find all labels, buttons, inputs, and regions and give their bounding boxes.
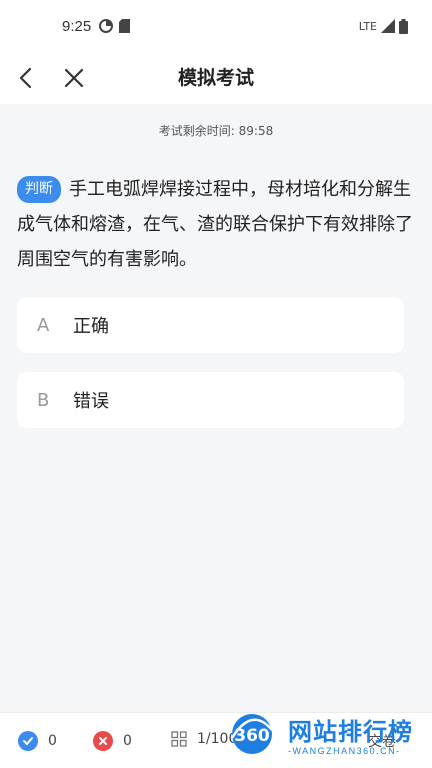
option-letter: A [37, 314, 50, 336]
sd-card-icon [119, 19, 131, 33]
cross-circle-icon [93, 731, 113, 751]
option-letter: B [37, 389, 50, 411]
option-b[interactable]: B 错误 [17, 372, 404, 428]
answer-sheet-button[interactable]: 1/100 [171, 731, 237, 747]
wrong-count-value: 0 [123, 733, 132, 749]
question-text: 手工电弧焊焊接过程中，母材培化和分解生成气体和熔渣，在气、渣的联合保护下有效排除… [17, 179, 413, 270]
close-icon [64, 68, 84, 88]
data-saver-icon [99, 19, 114, 33]
status-notification-icons [99, 19, 131, 33]
timer-value: 89:58 [238, 124, 274, 138]
correct-count-value: 0 [48, 733, 57, 749]
chevron-left-icon [19, 67, 32, 89]
status-right: LTE [358, 18, 408, 34]
question-progress: 1/100 [197, 731, 238, 747]
option-a[interactable]: A 正确 [17, 297, 404, 353]
check-circle-icon [18, 731, 38, 751]
bottom-bar: 0 0 1/100 交卷 [0, 712, 432, 768]
question-type-badge: 判断 [17, 176, 61, 203]
signal-icon [381, 19, 395, 33]
grid-icon [171, 731, 187, 747]
battery-icon [399, 18, 408, 34]
submit-button[interactable]: 交卷 [368, 731, 396, 751]
status-time: 9:25 [62, 17, 92, 35]
back-button[interactable] [12, 64, 40, 92]
close-button[interactable] [60, 64, 88, 92]
status-bar: 9:25 LTE [0, 0, 432, 52]
network-type: LTE [358, 19, 377, 33]
option-text: 正确 [73, 316, 109, 337]
wrong-count: 0 [93, 731, 132, 751]
question: 判断 手工电弧焊焊接过程中，母材培化和分解生成气体和熔渣，在气、渣的联合保护下有效… [17, 172, 417, 277]
exam-timer: 考试剩余时间: 89:58 [0, 122, 432, 139]
nav-bar: 模拟考试 [0, 52, 432, 104]
timer-label: 考试剩余时间: [158, 124, 235, 138]
option-text: 错误 [73, 391, 109, 412]
correct-count: 0 [18, 731, 57, 751]
submit-label: 交卷 [368, 734, 396, 750]
